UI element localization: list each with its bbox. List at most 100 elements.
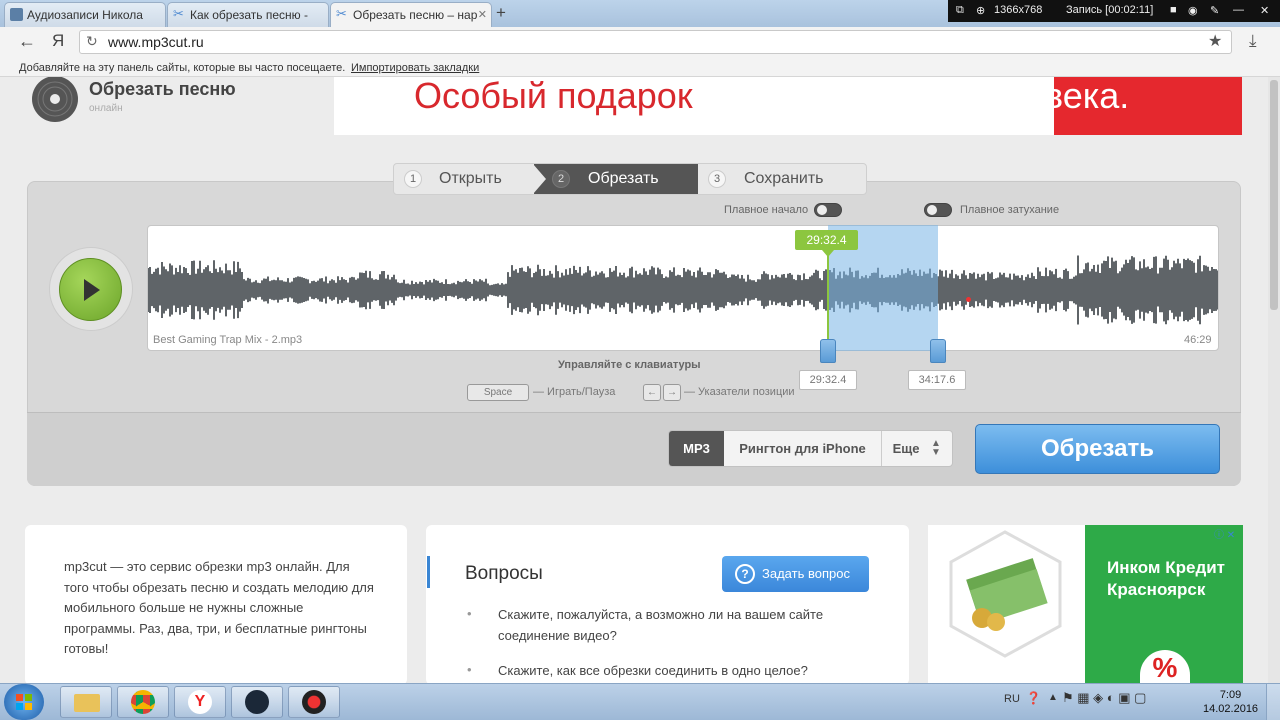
ad-banner[interactable]: Особый подарок для особого человека.	[334, 77, 1242, 135]
help-icon[interactable]: ❓	[1026, 691, 1041, 705]
question-icon: ?	[735, 564, 755, 584]
waveform[interactable]	[147, 225, 1219, 351]
format-more-button[interactable]: Еще	[883, 431, 929, 466]
clock-date: 14.02.2016	[1203, 703, 1259, 715]
tab-label: Аудиозаписи Никола	[27, 8, 143, 22]
pencil-icon[interactable]: ✎	[1210, 4, 1219, 17]
playhead-pointer	[822, 250, 834, 257]
close-icon[interactable]: ✕	[1260, 4, 1269, 17]
step-cut[interactable]: 2 Обрезать	[552, 164, 672, 194]
start-time-box[interactable]: 29:32.4	[799, 370, 857, 390]
tab-label: Как обрезать песню -	[190, 8, 309, 22]
description-text: mp3cut — это сервис обрезки mp3 онлайн. …	[64, 559, 374, 656]
fade-in-toggle[interactable]	[814, 203, 842, 217]
yandex-icon[interactable]: Я	[52, 31, 64, 51]
playhead-time: 29:32.4	[795, 230, 858, 250]
format-mp3-button[interactable]: MP3	[669, 431, 724, 466]
fade-out-label: Плавное затухание	[960, 204, 1060, 216]
end-handle[interactable]	[930, 339, 946, 363]
stop-icon[interactable]: ■	[1170, 4, 1177, 16]
step-number: 1	[404, 170, 422, 188]
tray-expand-icon[interactable]: ▲	[1048, 692, 1058, 703]
clock[interactable]: 7:09 14.02.2016	[1203, 688, 1258, 716]
money-icon	[948, 530, 1063, 660]
banner-text-left: Особый подарок	[414, 77, 693, 116]
step-save[interactable]: 3 Сохранить	[708, 164, 848, 194]
playhead-line	[827, 250, 829, 351]
start-button[interactable]	[4, 684, 44, 720]
fade-out-toggle[interactable]	[924, 203, 952, 217]
bullet-icon: •	[467, 662, 472, 677]
question-item[interactable]: Скажите, как все обрезки соединить в одн…	[498, 660, 878, 681]
toggle-knob	[817, 205, 827, 215]
site-title[interactable]: Обрезать песню	[89, 79, 236, 100]
window-icon: ⧉	[956, 4, 964, 16]
minimize-icon[interactable]: —	[1233, 4, 1244, 16]
bookmarks-hint: Добавляйте на эту панель сайты, которые …	[19, 62, 346, 74]
resolution-label: 1366x768	[994, 4, 1043, 16]
url-text[interactable]: www.mp3cut.ru	[108, 34, 204, 50]
language-indicator[interactable]: RU	[1004, 693, 1020, 705]
chrome-taskbar-button[interactable]	[117, 686, 169, 718]
arrows-hint: — Указатели позиции	[684, 386, 795, 398]
yandex-browser-icon: Y	[188, 690, 212, 714]
yandex-taskbar-button[interactable]: Y	[174, 686, 226, 718]
cursor-icon: ⊕	[976, 5, 986, 17]
clock-time: 7:09	[1219, 689, 1242, 701]
updown-icon[interactable]: ▲ ▼	[931, 439, 941, 458]
screen-recorder-bar: ⧉ ⊕ 1366x768 Запись [00:02:11] ■ ◉ ✎ — ✕	[948, 0, 1280, 22]
browser-tab-3[interactable]: ✂ Обрезать песню – нар ✕	[330, 2, 492, 27]
browser-tab-1[interactable]: Аудиозаписи Никола	[4, 2, 166, 27]
keyboard-hint-title: Управляйте с клавиатуры	[558, 359, 701, 371]
recording-status: Запись [00:02:11]	[1066, 4, 1154, 16]
questions-accent-bar	[427, 556, 430, 588]
space-key: Space	[467, 384, 529, 401]
step-label: Обрезать	[588, 170, 659, 187]
reload-icon[interactable]: ↻	[86, 33, 98, 50]
question-item[interactable]: Скажите, пожалуйста, а возможно ли на ва…	[498, 604, 878, 646]
recorder-taskbar-button[interactable]	[288, 686, 340, 718]
import-bookmarks-link[interactable]: Импортировать закладки	[351, 62, 479, 74]
download-icon[interactable]: ⤓	[1249, 31, 1257, 51]
waveform-graphic	[148, 255, 1218, 325]
scissors-icon: ✂	[173, 6, 184, 21]
total-duration: 46:29	[1184, 334, 1212, 346]
steam-taskbar-button[interactable]	[231, 686, 283, 718]
step-open[interactable]: 1 Открыть	[404, 164, 524, 194]
step-label: Открыть	[439, 170, 502, 187]
step-number: 3	[708, 170, 726, 188]
questions-title: Вопросы	[465, 563, 543, 584]
tray-icons[interactable]: ⚑ ▦ ◈ ◐ ▣ ▢	[1062, 690, 1146, 706]
right-arrow-key: →	[663, 384, 681, 401]
banner-text-right: для особого человека.	[752, 77, 1130, 116]
file-name: Best Gaming Trap Mix - 2.mp3	[153, 334, 303, 346]
step-number: 2	[552, 170, 570, 188]
star-icon[interactable]: ★	[1208, 31, 1222, 51]
scissors-icon: ✂	[336, 6, 347, 21]
chrome-icon	[131, 690, 155, 714]
left-arrow-key: ←	[643, 384, 661, 401]
site-subtitle: онлайн	[89, 103, 123, 114]
end-time-box[interactable]: 34:17.6	[908, 370, 966, 390]
scrollbar-thumb[interactable]	[1270, 80, 1278, 310]
cut-button[interactable]: Обрезать	[975, 424, 1220, 474]
play-button[interactable]	[59, 258, 122, 321]
format-iphone-ringtone-button[interactable]: Рингтон для iPhone	[724, 431, 882, 466]
adchoices-icon[interactable]: ⓘ ✕	[1214, 526, 1235, 541]
camera-icon[interactable]: ◉	[1188, 4, 1198, 17]
steps-bar: 1 Открыть 2 Обрезать 3 Сохранить	[393, 163, 867, 195]
browser-tab-2[interactable]: ✂ Как обрезать песню -	[167, 2, 329, 27]
show-desktop-button[interactable]	[1266, 684, 1280, 720]
back-arrow-icon[interactable]: ←	[18, 31, 36, 52]
step-label: Сохранить	[744, 170, 824, 187]
start-handle[interactable]	[820, 339, 836, 363]
ad-text: Инком Кредит Красноярск	[1107, 558, 1226, 599]
space-hint: — Играть/Пауза	[533, 386, 616, 398]
address-bar[interactable]	[79, 30, 1232, 54]
close-icon[interactable]: ✕	[478, 8, 487, 21]
explorer-taskbar-button[interactable]	[60, 686, 112, 718]
new-tab-button[interactable]: +	[496, 3, 506, 23]
bullet-icon: •	[467, 606, 472, 621]
vinyl-logo-icon[interactable]	[30, 76, 80, 122]
folder-icon	[74, 694, 100, 712]
